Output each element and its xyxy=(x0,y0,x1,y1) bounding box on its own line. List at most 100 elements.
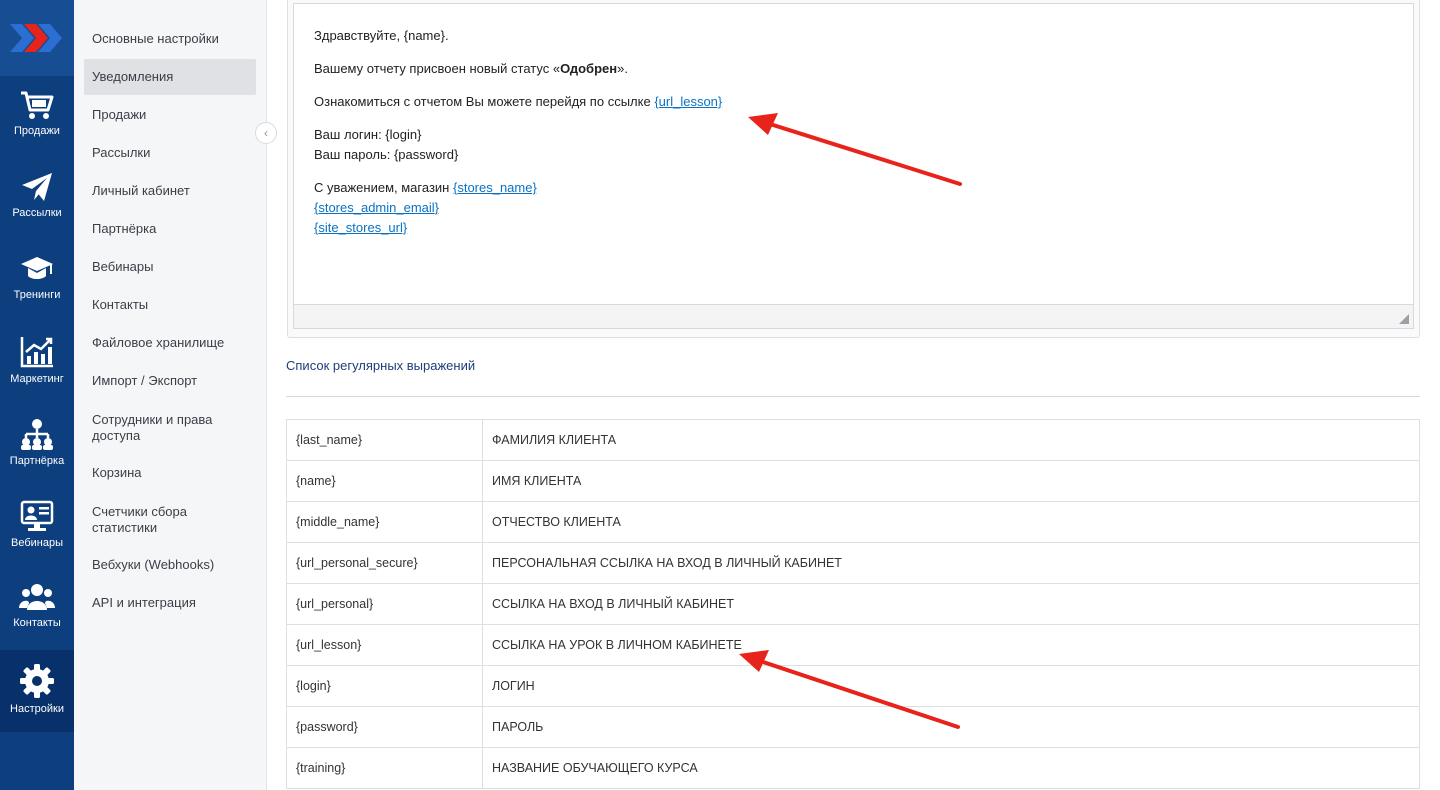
menu-item-label: Личный кабинет xyxy=(92,183,190,198)
menu-item-stat-counters[interactable]: Счетчики сбора статистики xyxy=(84,503,256,537)
rail-item-contacts[interactable]: Контакты xyxy=(0,568,74,650)
table-row: {login} ЛОГИН xyxy=(286,665,1420,707)
regex-list-title: Список регулярных выражений xyxy=(286,358,476,373)
menu-item-label: Корзина xyxy=(92,465,142,480)
email-status-value: Одобрен xyxy=(560,61,618,76)
menu-item-webhooks[interactable]: Вебхуки (Webhooks) xyxy=(84,556,256,574)
email-content: Здравствуйте, {name}. Вашему отчету прис… xyxy=(314,26,722,251)
variable-description: ПЕРСОНАЛЬНАЯ ССЫЛКА НА ВХОД В ЛИЧНЫЙ КАБ… xyxy=(482,542,1420,584)
email-login-line: Ваш логин: {login} xyxy=(314,127,422,142)
email-greeting: Здравствуйте, {name}. xyxy=(314,28,449,43)
menu-item-label: Основные настройки xyxy=(92,31,219,46)
table-row: {url_lesson} ССЫЛКА НА УРОК В ЛИЧНОМ КАБИ… xyxy=(286,624,1420,666)
chart-up-icon xyxy=(20,337,53,368)
menu-item-label: Контакты xyxy=(92,297,149,312)
menu-item-api-integration[interactable]: API и интеграция xyxy=(84,594,256,612)
variable-key: {url_personal_secure} xyxy=(286,542,483,584)
variable-key: {last_name} xyxy=(286,419,483,461)
email-password-line: Ваш пароль: {password} xyxy=(314,147,459,162)
table-row: {last_name} ФАМИЛИЯ КЛИЕНТА xyxy=(286,419,1420,461)
graduation-cap-icon xyxy=(21,257,53,279)
settings-menu: Основные настройки Уведомления Продажи Р… xyxy=(74,0,267,790)
variable-description: ФАМИЛИЯ КЛИЕНТА xyxy=(482,419,1420,461)
rail-item-label: Настройки xyxy=(10,703,64,715)
menu-item-sales[interactable]: Продажи xyxy=(84,106,256,124)
email-status-suffix: ». xyxy=(617,61,628,76)
chevron-left-icon: ‹ xyxy=(264,126,268,140)
site-stores-url-link[interactable]: {site_stores_url} xyxy=(314,220,407,235)
rail-item-mailings[interactable]: Рассылки xyxy=(0,158,74,240)
email-status-prefix: Вашему отчету присвоен новый статус « xyxy=(314,61,561,76)
email-template-editor: Здравствуйте, {name}. Вашему отчету прис… xyxy=(287,0,1420,338)
menu-item-label: Сотрудники и права доступа xyxy=(92,412,213,443)
editor-status-bar xyxy=(294,304,1413,328)
logo-chevrons-icon xyxy=(10,24,62,52)
menu-item-label: Счетчики сбора статистики xyxy=(92,504,187,535)
variable-key: {middle_name} xyxy=(286,501,483,543)
resize-handle-icon[interactable] xyxy=(1399,314,1409,324)
users-icon xyxy=(19,584,55,610)
table-row: {name} ИМЯ КЛИЕНТА xyxy=(286,460,1420,502)
rail-item-label: Маркетинг xyxy=(10,373,64,385)
menu-item-label: Импорт / Экспорт xyxy=(92,373,198,388)
variable-description: ПАРОЛЬ xyxy=(482,706,1420,748)
menu-item-general-settings[interactable]: Основные настройки xyxy=(84,30,256,48)
variable-key: {name} xyxy=(286,460,483,502)
rail-item-label: Продажи xyxy=(14,125,60,137)
rail-item-webinars[interactable]: Вебинары xyxy=(0,486,74,568)
rail-item-trainings[interactable]: Тренинги xyxy=(0,240,74,322)
menu-item-contacts[interactable]: Контакты xyxy=(84,296,256,314)
email-signature-text: С уважением, магазин xyxy=(314,180,453,195)
app-logo[interactable] xyxy=(0,0,74,76)
variable-key: {url_personal} xyxy=(286,583,483,625)
variable-key: {training} xyxy=(286,747,483,789)
rail-item-label: Вебинары xyxy=(11,537,63,549)
rail-item-label: Рассылки xyxy=(12,207,62,219)
stores-admin-email-link[interactable]: {stores_admin_email} xyxy=(314,200,439,215)
gear-icon xyxy=(20,664,54,698)
menu-item-trash[interactable]: Корзина xyxy=(84,464,256,482)
rail-item-label: Тренинги xyxy=(13,289,61,301)
menu-item-staff-access[interactable]: Сотрудники и права доступа xyxy=(84,411,256,445)
rail-item-settings[interactable]: Настройки xyxy=(0,650,74,732)
section-divider xyxy=(286,396,1420,397)
variable-description: НАЗВАНИЕ ОБУЧАЮЩЕГО КУРСА xyxy=(482,747,1420,789)
rail-item-marketing[interactable]: Маркетинг xyxy=(0,322,74,404)
email-body-area[interactable]: Здравствуйте, {name}. Вашему отчету прис… xyxy=(293,3,1414,329)
paper-plane-icon xyxy=(22,173,52,201)
rail-item-partners[interactable]: Партнёрка xyxy=(0,404,74,486)
webinar-icon xyxy=(20,500,54,531)
menu-item-personal-cabinet[interactable]: Личный кабинет xyxy=(84,182,256,200)
table-row: {url_personal} ССЫЛКА НА ВХОД В ЛИЧНЫЙ КА… xyxy=(286,583,1420,625)
cart-icon xyxy=(21,91,54,119)
menu-item-label: Партнёрка xyxy=(92,221,157,236)
menu-item-label: Вебхуки (Webhooks) xyxy=(92,557,215,572)
rail-item-label: Партнёрка xyxy=(9,455,65,467)
menu-item-label: Продажи xyxy=(92,107,147,122)
stores-name-link[interactable]: {stores_name} xyxy=(453,180,537,195)
network-icon xyxy=(21,419,53,450)
menu-item-notifications[interactable]: Уведомления xyxy=(84,59,256,95)
variable-description: ИМЯ КЛИЕНТА xyxy=(482,460,1420,502)
menu-item-webinars[interactable]: Вебинары xyxy=(84,258,256,276)
menu-item-label: API и интеграция xyxy=(92,595,196,610)
menu-item-partners[interactable]: Партнёрка xyxy=(84,220,256,238)
table-row: {password} ПАРОЛЬ xyxy=(286,706,1420,748)
app-nav-rail: Продажи Рассылки Тренинги Маркетинг Парт… xyxy=(0,0,74,790)
menu-item-label: Вебинары xyxy=(92,259,154,274)
variable-description: ЛОГИН xyxy=(482,665,1420,707)
table-row: {url_personal_secure} ПЕРСОНАЛЬНАЯ ССЫЛКА… xyxy=(286,542,1420,584)
table-row: {training} НАЗВАНИЕ ОБУЧАЮЩЕГО КУРСА xyxy=(286,747,1420,789)
menu-item-label: Уведомления xyxy=(92,69,174,84)
menu-item-file-storage[interactable]: Файловое хранилище xyxy=(84,334,256,352)
rail-item-sales[interactable]: Продажи xyxy=(0,76,74,158)
menu-item-mailings[interactable]: Рассылки xyxy=(84,144,256,162)
variable-description: ОТЧЕСТВО КЛИЕНТА xyxy=(482,501,1420,543)
url-lesson-link[interactable]: {url_lesson} xyxy=(654,94,722,109)
variable-description: ССЫЛКА НА ВХОД В ЛИЧНЫЙ КАБИНЕТ xyxy=(482,583,1420,625)
menu-item-import-export[interactable]: Импорт / Экспорт xyxy=(84,372,256,390)
variable-key: {url_lesson} xyxy=(286,624,483,666)
rail-item-label: Контакты xyxy=(13,617,61,629)
collapse-menu-button[interactable]: ‹ xyxy=(255,122,277,144)
variable-key: {password} xyxy=(286,706,483,748)
